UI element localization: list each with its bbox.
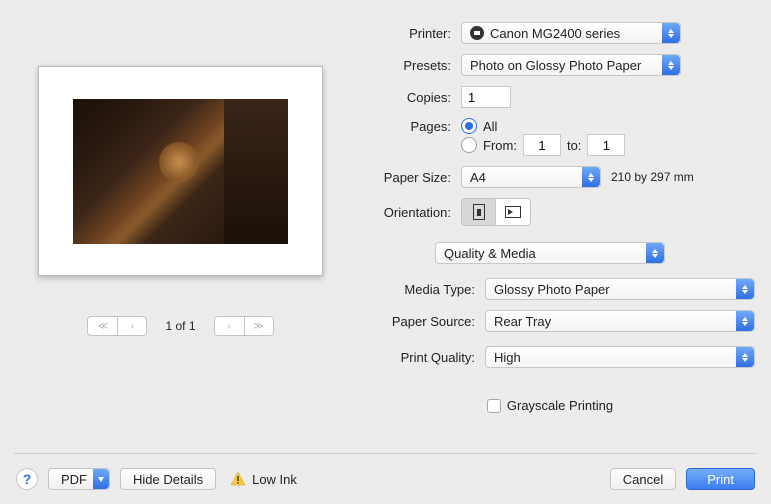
orientation-landscape-button[interactable] xyxy=(496,199,530,225)
chevron-updown-icon xyxy=(736,347,754,367)
pager-last-button[interactable]: ≫ xyxy=(244,316,274,336)
pager-first-button[interactable]: ≪ xyxy=(87,316,117,336)
preview-image xyxy=(73,99,288,244)
paper-size-value: A4 xyxy=(470,170,486,185)
portrait-icon xyxy=(473,204,485,220)
pdf-menu-button[interactable]: PDF xyxy=(48,468,110,490)
pdf-label: PDF xyxy=(61,472,87,487)
orientation-group xyxy=(461,198,531,226)
printer-select[interactable]: Canon MG2400 series xyxy=(461,22,681,44)
pager: ≪ ‹ 1 of 1 › ≫ xyxy=(16,316,345,336)
print-quality-label: Print Quality: xyxy=(345,350,475,365)
low-ink-label: Low Ink xyxy=(252,472,297,487)
chevron-updown-icon xyxy=(662,23,680,43)
chevron-down-icon xyxy=(93,469,109,489)
pages-range-radio[interactable] xyxy=(461,137,477,153)
pages-all-label: All xyxy=(483,119,497,134)
paper-size-select[interactable]: A4 xyxy=(461,166,601,188)
presets-value: Photo on Glossy Photo Paper xyxy=(470,58,641,73)
pager-next-button[interactable]: › xyxy=(214,316,244,336)
print-preview-frame xyxy=(38,66,323,276)
chevron-updown-icon xyxy=(582,167,600,187)
pages-from-input[interactable] xyxy=(523,134,561,156)
media-type-value: Glossy Photo Paper xyxy=(494,282,610,297)
chevron-updown-icon xyxy=(736,311,754,331)
chevron-updown-icon xyxy=(736,279,754,299)
printer-status-icon xyxy=(470,26,484,40)
paper-size-note: 210 by 297 mm xyxy=(611,170,694,184)
form-column: Printer: Canon MG2400 series Presets: Ph… xyxy=(345,18,755,413)
pages-to-input[interactable] xyxy=(587,134,625,156)
print-panel-select[interactable]: Quality & Media xyxy=(435,242,665,264)
printer-value: Canon MG2400 series xyxy=(490,26,620,41)
paper-source-value: Rear Tray xyxy=(494,314,551,329)
copies-label: Copies: xyxy=(345,90,451,105)
presets-label: Presets: xyxy=(345,58,451,73)
pages-label: Pages: xyxy=(345,119,451,134)
print-button[interactable]: Print xyxy=(686,468,755,490)
pages-from-label: From: xyxy=(483,138,517,153)
pages-to-label: to: xyxy=(567,138,581,153)
media-type-select[interactable]: Glossy Photo Paper xyxy=(485,278,755,300)
pager-prev-button[interactable]: ‹ xyxy=(117,316,147,336)
paper-source-select[interactable]: Rear Tray xyxy=(485,310,755,332)
preview-column: ≪ ‹ 1 of 1 › ≫ xyxy=(16,18,345,413)
print-quality-select[interactable]: High xyxy=(485,346,755,368)
paper-size-label: Paper Size: xyxy=(345,170,451,185)
pages-all-radio[interactable] xyxy=(461,118,477,134)
hide-details-button[interactable]: Hide Details xyxy=(120,468,216,490)
media-type-label: Media Type: xyxy=(345,282,475,297)
landscape-icon xyxy=(505,206,521,218)
print-quality-value: High xyxy=(494,350,521,365)
orientation-label: Orientation: xyxy=(345,205,451,220)
orientation-portrait-button[interactable] xyxy=(462,199,496,225)
copies-input[interactable] xyxy=(461,86,511,108)
grayscale-checkbox[interactable] xyxy=(487,399,501,413)
printer-label: Printer: xyxy=(345,26,451,41)
print-panel-value: Quality & Media xyxy=(444,246,536,261)
help-button[interactable]: ? xyxy=(16,468,38,490)
warning-icon xyxy=(230,471,246,487)
footer: ? PDF Hide Details Low Ink Cancel Print xyxy=(0,454,771,504)
pager-label: 1 of 1 xyxy=(165,319,195,333)
paper-source-label: Paper Source: xyxy=(345,314,475,329)
cancel-button[interactable]: Cancel xyxy=(610,468,676,490)
grayscale-label: Grayscale Printing xyxy=(507,398,613,413)
presets-select[interactable]: Photo on Glossy Photo Paper xyxy=(461,54,681,76)
chevron-updown-icon xyxy=(646,243,664,263)
chevron-updown-icon xyxy=(662,55,680,75)
